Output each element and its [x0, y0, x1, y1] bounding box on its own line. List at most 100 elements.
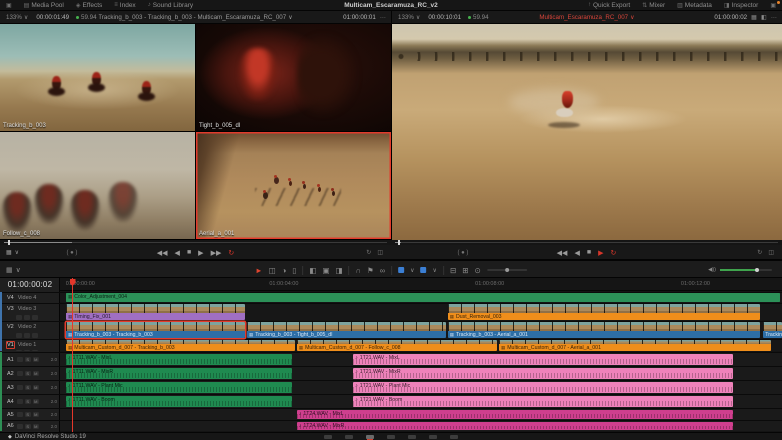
track-header-v1[interactable]: V1Video 1: [0, 339, 60, 351]
speaker-icon[interactable]: ◀)): [708, 267, 716, 273]
lock-icon[interactable]: [17, 412, 23, 417]
timeline-clip[interactable]: ▦Tracking_b_003 - Aerial_a_001: [448, 322, 761, 338]
auto-select-icon[interactable]: [24, 315, 30, 320]
audio-clip[interactable]: ♪1T24.WAV - MixL: [297, 410, 733, 419]
flag-color-swatch[interactable]: [421, 267, 427, 273]
insert-clip-button[interactable]: ◧: [309, 266, 316, 275]
enable-track-icon[interactable]: [32, 333, 38, 338]
chevron-down-icon[interactable]: ∨: [433, 267, 437, 274]
inspector-button[interactable]: ◨Inspector: [718, 2, 764, 9]
options-ellipsis-icon[interactable]: ···: [380, 14, 386, 21]
options-ellipsis-icon[interactable]: ···: [771, 14, 777, 21]
match-frame-icon[interactable]: ◫: [768, 249, 774, 256]
audio-clip[interactable]: ♪1T24.WAV - MixR: [297, 422, 733, 430]
source-zoom-select[interactable]: 133%∨: [6, 14, 28, 21]
enable-track-icon[interactable]: [32, 350, 38, 351]
track-header-a5[interactable]: A5 S M 2.0: [0, 408, 60, 420]
audio-clip[interactable]: ♪1T21.WAV - Boom: [353, 396, 733, 407]
solo-button[interactable]: S: [25, 385, 31, 390]
timeline-zoom-select[interactable]: 133%∨: [398, 14, 420, 21]
media-page-icon[interactable]: [324, 435, 332, 439]
audio-clip[interactable]: ♪1T11.WAV - MixL: [66, 354, 292, 365]
angle-tracking[interactable]: Tracking_b_003: [0, 24, 195, 131]
mute-button[interactable]: M: [33, 357, 39, 362]
timeline-clip[interactable]: Tracking_b_003 - Follow_c_008: [763, 322, 782, 338]
next-clip-button[interactable]: ▶▶: [211, 249, 222, 257]
mixer-button[interactable]: ⇅Mixer: [636, 2, 671, 9]
timeline-viewer-image[interactable]: [391, 24, 782, 240]
stop-button[interactable]: ■: [587, 249, 591, 256]
effects-button[interactable]: ◈Effects: [70, 0, 108, 10]
index-button[interactable]: ≡Index: [108, 0, 141, 10]
jog-control[interactable]: ( ● ): [66, 245, 77, 260]
lock-icon[interactable]: [16, 350, 22, 351]
loop-range-icon[interactable]: ↻: [757, 249, 762, 256]
audio-clip[interactable]: ♪1T21.WAV - Plant Mic: [353, 382, 733, 393]
lock-icon[interactable]: [17, 424, 23, 429]
marker-color-swatch[interactable]: [398, 267, 404, 273]
track-header-a1[interactable]: A1 S M 2.0: [0, 352, 60, 366]
solo-button[interactable]: S: [25, 412, 31, 417]
step-back-button[interactable]: ◀: [175, 249, 180, 257]
timeline-clip-selected[interactable]: ▦Tracking_b_003 - Tracking_b_003: [66, 322, 245, 338]
auto-select-icon[interactable]: [24, 350, 30, 351]
track-header-v3[interactable]: V3Video 3: [0, 303, 60, 320]
timeline-tracks-area[interactable]: 01:00:00:00 01:00:04:00 01:00:08:00 01:0…: [60, 278, 782, 432]
selection-tool[interactable]: ►: [255, 266, 262, 275]
loop-button[interactable]: ↻: [610, 249, 616, 257]
lock-icon[interactable]: [17, 357, 23, 362]
flag-button[interactable]: ⚑: [367, 266, 374, 275]
timeline-view-options-icon[interactable]: ▦: [6, 266, 13, 274]
timeline-ruler[interactable]: 01:00:00:00 01:00:04:00 01:00:08:00 01:0…: [60, 278, 782, 291]
lock-icon[interactable]: [16, 333, 22, 338]
track-header-v2[interactable]: V2Video 2: [0, 321, 60, 338]
cut-page-icon[interactable]: [345, 435, 353, 439]
zoom-full-button[interactable]: ⊞: [462, 266, 468, 275]
chevron-down-icon[interactable]: ∨: [16, 266, 21, 274]
viewer-save-icon[interactable]: ◧: [761, 14, 767, 21]
stop-button[interactable]: ■: [187, 249, 191, 256]
mute-button[interactable]: M: [33, 371, 39, 376]
timeline-clip[interactable]: ▦Color_Adjustment_004: [66, 293, 780, 302]
multicam-grid-icon[interactable]: ▦: [6, 249, 12, 256]
solo-button[interactable]: S: [25, 371, 31, 376]
play-button[interactable]: ▶: [598, 249, 603, 257]
viewer-grid-icon[interactable]: ▦: [751, 14, 757, 21]
timeline-clip[interactable]: ▦Timing_Fix_001: [66, 304, 245, 320]
link-toggle[interactable]: ∞: [380, 266, 385, 275]
timeline-clip[interactable]: ▦Multicam_Custom_d_007 - Follow_c_008: [297, 340, 497, 351]
trim-edit-tool[interactable]: ◫: [269, 266, 276, 275]
track-header-a6[interactable]: A6 S M 2.0: [0, 420, 60, 431]
angle-tight[interactable]: Tight_b_005_dl: [196, 24, 391, 131]
lock-icon[interactable]: [17, 371, 23, 376]
mute-button[interactable]: M: [33, 412, 39, 417]
media-pool-button[interactable]: ▤Media Pool: [18, 0, 70, 10]
prev-clip-button[interactable]: ◀◀: [157, 249, 168, 257]
workspace-icon[interactable]: ▣: [0, 0, 18, 10]
timeline-title[interactable]: Multicam_Escaramuza_RC_007∨: [539, 14, 634, 21]
sound-library-button[interactable]: ♪Sound Library: [142, 0, 199, 10]
razor-tool[interactable]: ▯: [292, 266, 296, 275]
match-frame-icon[interactable]: ◫: [377, 249, 383, 256]
timeline-clip[interactable]: ▦Multicam_Custom_d_007 - Tracking_b_003: [66, 340, 295, 351]
lock-icon[interactable]: [17, 385, 23, 390]
snapping-toggle[interactable]: ∩: [356, 266, 361, 275]
loop-button[interactable]: ↻: [228, 249, 234, 257]
mute-button[interactable]: M: [33, 385, 39, 390]
volume-slider[interactable]: [720, 269, 772, 271]
track-header-a2[interactable]: A2 S M 2.0: [0, 366, 60, 380]
angle-aerial-active[interactable]: Aerial_a_001: [196, 132, 391, 239]
mute-button[interactable]: M: [33, 399, 39, 404]
audio-clip[interactable]: ♪1T11.WAV - Boom: [66, 396, 292, 407]
lock-icon[interactable]: [17, 399, 23, 404]
prev-clip-button[interactable]: ◀◀: [557, 249, 568, 257]
fairlight-page-icon[interactable]: [429, 435, 437, 439]
loop-range-icon[interactable]: ↻: [366, 249, 371, 256]
solo-button[interactable]: S: [25, 357, 31, 362]
playhead[interactable]: [72, 278, 73, 432]
audio-clip[interactable]: ♪1T11.WAV - Plant Mic: [66, 382, 292, 393]
zoom-fit-button[interactable]: ⊟: [450, 266, 456, 275]
timeline-clip[interactable]: ▦Dust_Removal_003: [448, 304, 760, 320]
deliver-page-icon[interactable]: [450, 435, 458, 439]
audio-clip[interactable]: ♪1T21.WAV - MixR: [353, 368, 733, 379]
